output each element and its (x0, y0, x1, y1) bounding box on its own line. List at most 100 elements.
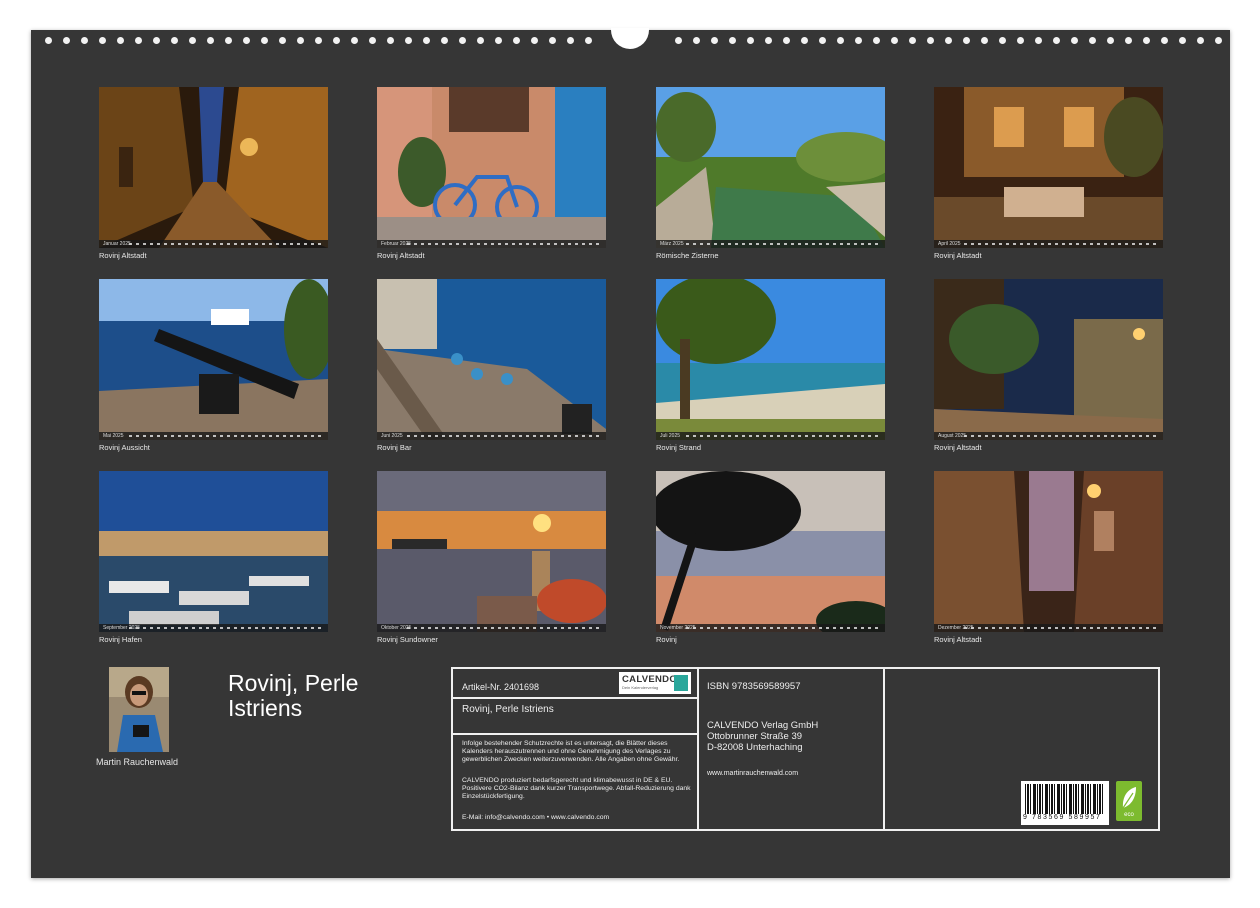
photo-blue-bicycle (377, 87, 606, 248)
month-thumbnail-9[interactable]: September 2025 (99, 471, 328, 632)
divider (453, 733, 697, 735)
month-thumbnail-6[interactable]: Juni 2025 (377, 279, 606, 440)
binding-hole (585, 37, 592, 44)
binding-hole (567, 37, 574, 44)
binding-hole (405, 37, 412, 44)
isbn-barcode: 9 783569 589957 (1021, 781, 1109, 825)
month-thumbnail-7[interactable]: Juli 2025 (656, 279, 885, 440)
photo-old-town-street (934, 471, 1163, 632)
month-label: Januar 2025 (103, 240, 131, 248)
binding-hole (63, 37, 70, 44)
month-caption: Rovinj (656, 635, 677, 644)
binding-hole (945, 37, 952, 44)
month-caption: Rovinj Aussicht (99, 443, 150, 452)
month-thumbnail-3[interactable]: März 2025 (656, 87, 885, 248)
binding-hole (891, 37, 898, 44)
month-thumbnail-11[interactable]: November 2025 (656, 471, 885, 632)
binding-hole (837, 37, 844, 44)
binding-hole (243, 37, 250, 44)
isbn: ISBN 9783569589957 (707, 681, 801, 692)
binding-hole (171, 37, 178, 44)
binding-hole (351, 37, 358, 44)
binding-hole (873, 37, 880, 44)
photographer-portrait (109, 667, 169, 752)
month-label: Juni 2025 (381, 432, 403, 440)
month-strip: Juli 2025 (656, 432, 885, 440)
month-label: April 2025 (938, 240, 961, 248)
month-thumbnail-4[interactable]: April 2025 (934, 87, 1163, 248)
copyright-notice: Infolge bestehender Schutzrechte ist es … (462, 740, 694, 764)
day-ticks (129, 435, 324, 437)
binding-hole (981, 37, 988, 44)
month-label: Mai 2025 (103, 432, 124, 440)
publisher-info-box: Artikel-Nr. 2401698 CALVENDO Dein Kalend… (451, 667, 1160, 831)
author-website[interactable]: www.martinrauchenwald.com (707, 770, 798, 777)
photo-old-town-alley (99, 87, 328, 248)
binding-hole (1143, 37, 1150, 44)
month-strip: Dezember 2025 (934, 624, 1163, 632)
binding-hole (1215, 37, 1222, 44)
month-thumbnail-10[interactable]: Oktober 2025 (377, 471, 606, 632)
day-ticks (407, 243, 602, 245)
binding-hole (531, 37, 538, 44)
month-thumbnail-5[interactable]: Mai 2025 (99, 279, 328, 440)
divider (883, 669, 885, 829)
barcode-number: 9 783569 589957 (1023, 814, 1102, 821)
binding-hole (549, 37, 556, 44)
binding-hole (1125, 37, 1132, 44)
binding-hole (1053, 37, 1060, 44)
month-strip: April 2025 (934, 240, 1163, 248)
info-title: Rovinj, Perle Istriens (462, 704, 554, 715)
binding-hole (387, 37, 394, 44)
binding-hole (279, 37, 286, 44)
binding-hole (747, 37, 754, 44)
month-label: Juli 2025 (660, 432, 680, 440)
eco-badge: eco (1116, 781, 1142, 821)
month-caption: Rovinj Altstadt (934, 443, 982, 452)
binding-hole (927, 37, 934, 44)
photo-roman-cistern (656, 87, 885, 248)
month-thumbnail-2[interactable]: Februar 2025 (377, 87, 606, 248)
day-ticks (407, 435, 602, 437)
binding-hole (441, 37, 448, 44)
month-thumbnail-12[interactable]: Dezember 2025 (934, 471, 1163, 632)
month-strip: Februar 2025 (377, 240, 606, 248)
binding-hole (99, 37, 106, 44)
photo-restaurant-terrace (934, 87, 1163, 248)
binding-hole (711, 37, 718, 44)
month-caption: Rovinj Altstadt (377, 251, 425, 260)
month-caption: Rovinj Altstadt (934, 251, 982, 260)
binding-hole (513, 37, 520, 44)
month-strip: Mai 2025 (99, 432, 328, 440)
photo-bar-on-rocks (377, 279, 606, 440)
calendar-back-cover: Januar 2025 Februar 2025 März 2025 (31, 30, 1230, 878)
binding-hole (423, 37, 430, 44)
photo-old-town-night (934, 279, 1163, 440)
binding-hole (207, 37, 214, 44)
photo-pine-sunset (656, 471, 885, 632)
day-ticks (407, 627, 602, 629)
month-caption: Rovinj Strand (656, 443, 701, 452)
binding-hole (189, 37, 196, 44)
day-ticks (964, 627, 1159, 629)
day-ticks (686, 243, 881, 245)
day-ticks (686, 435, 881, 437)
day-ticks (129, 627, 324, 629)
binding-hole (81, 37, 88, 44)
binding-hole (963, 37, 970, 44)
binding-hole (45, 37, 52, 44)
binding-hole (1071, 37, 1078, 44)
binding-hole (765, 37, 772, 44)
divider (697, 669, 699, 829)
binding-hole (297, 37, 304, 44)
author-name: Martin Rauchenwald (96, 757, 178, 767)
month-strip: August 2025 (934, 432, 1163, 440)
month-thumbnail-1[interactable]: Januar 2025 (99, 87, 328, 248)
month-thumbnail-8[interactable]: August 2025 (934, 279, 1163, 440)
month-caption: Rovinj Altstadt (99, 251, 147, 260)
binding-hole (315, 37, 322, 44)
binding-hole (1197, 37, 1204, 44)
photo-beach-tree (656, 279, 885, 440)
binding-hole (1161, 37, 1168, 44)
photo-cannon-view (99, 279, 328, 440)
